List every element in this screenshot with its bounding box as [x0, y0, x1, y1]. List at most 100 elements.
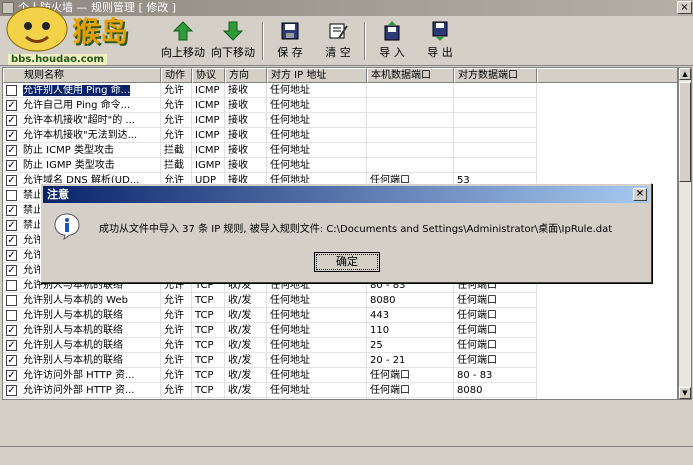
rule-enabled-checkbox[interactable]: ✓ [6, 145, 17, 156]
cell-ip: 任何地址 [267, 383, 367, 398]
cell-proto: ICMP [192, 113, 225, 128]
cell-rport [454, 143, 537, 158]
table-row[interactable]: ✓ 允许自己用 Ping 命令... 允许 ICMP 接收 任何地址 [3, 98, 677, 113]
export-icon [432, 21, 448, 41]
rule-name: 允许别人与本机的联络 [23, 325, 123, 336]
cell-name: ✓ 允许访问外部 HTTP 资... [3, 368, 161, 383]
cell-name: ✓ 允许别人与本机的联络 [3, 338, 161, 353]
rule-enabled-checkbox[interactable] [6, 295, 17, 306]
cell-proto: TCP [192, 308, 225, 323]
cell-ip: 任何地址 [267, 293, 367, 308]
column-header-direction[interactable]: 方向 [225, 68, 267, 83]
cell-dir: 接收 [225, 128, 267, 143]
rule-name: 防止 ICMP 类型攻击 [23, 145, 114, 156]
table-row[interactable]: ✓ 防止 ICMP 类型攻击 拦截 ICMP 接收 任何地址 [3, 143, 677, 158]
table-row[interactable] [3, 398, 677, 399]
status-bar [0, 446, 693, 465]
cell-name: ✓ 防止 IGMP 类型攻击 [3, 158, 161, 173]
scroll-thumb[interactable] [679, 82, 691, 182]
table-row[interactable]: ✓ 允许本机接收"无法到达... 允许 ICMP 接收 任何地址 [3, 128, 677, 143]
rule-enabled-checkbox[interactable]: ✓ [6, 220, 17, 231]
cell-ip: 任何地址 [267, 98, 367, 113]
table-row[interactable]: 允许别人使用 Ping 命... 允许 ICMP 接收 任何地址 [3, 83, 677, 98]
scroll-up-arrow-icon[interactable]: ▲ [679, 68, 691, 80]
rule-enabled-checkbox[interactable] [6, 280, 17, 291]
table-row[interactable]: ✓ 允许别人与本机的联络 允许 TCP 收/发 任何地址 25 任何端口 [3, 338, 677, 353]
move-down-button[interactable]: 向下移动 [208, 20, 258, 64]
cell-lport: 443 [367, 308, 454, 323]
column-header-name[interactable]: 规则名称 [3, 68, 161, 83]
cell-proto: TCP [192, 323, 225, 338]
column-header-local-port[interactable]: 本机数据端口 [367, 68, 454, 83]
cell-name: ✓ 允许访问外部 HTTP 资... [3, 383, 161, 398]
cell-ip: 任何地址 [267, 308, 367, 323]
rule-enabled-checkbox[interactable]: ✓ [6, 100, 17, 111]
cell-proto: ICMP [192, 98, 225, 113]
move-up-button[interactable]: 向上移动 [160, 20, 206, 64]
rule-enabled-checkbox[interactable]: ✓ [6, 265, 17, 276]
cell-action: 拦截 [161, 143, 192, 158]
table-row[interactable]: ✓ 允许本机接收"超时"的 ... 允许 ICMP 接收 任何地址 [3, 113, 677, 128]
rule-name: 防止 IGMP 类型攻击 [23, 160, 115, 171]
rule-enabled-checkbox[interactable]: ✓ [6, 115, 17, 126]
cell-lport [367, 98, 454, 113]
arrow-up-icon [172, 21, 194, 41]
scroll-down-arrow-icon[interactable]: ▼ [679, 387, 691, 399]
notice-dialog: 注意 × 成功从文件中导入 37 条 IP 规则, 被导入规则文件: C:\Do… [40, 183, 652, 283]
rule-enabled-checkbox[interactable]: ✓ [6, 175, 17, 186]
rule-name: 允许别人与本机的联络 [23, 340, 123, 351]
export-button[interactable]: 导 出 [420, 20, 460, 64]
cell-rport [454, 158, 537, 173]
cell-action: 允许 [161, 383, 192, 398]
cell-ip: 任何地址 [267, 158, 367, 173]
clear-button[interactable]: 清 空 [318, 20, 358, 64]
save-button[interactable]: 保 存 [270, 20, 310, 64]
rule-enabled-checkbox[interactable] [6, 190, 17, 201]
rule-enabled-checkbox[interactable] [6, 85, 17, 96]
table-row[interactable]: 允许别人与本机的 Web 允许 TCP 收/发 任何地址 8080 任何端口 [3, 293, 677, 308]
arrow-down-icon [222, 21, 244, 41]
rule-enabled-checkbox[interactable]: ✓ [6, 130, 17, 141]
column-header-protocol[interactable]: 协议 [192, 68, 225, 83]
cell-name: ✓ 允许本机接收"无法到达... [3, 128, 161, 143]
cell-rport: 80 - 83 [454, 368, 537, 383]
vertical-scrollbar[interactable]: ▲ ▼ [678, 67, 692, 400]
column-header-action[interactable]: 动作 [161, 68, 192, 83]
cell-action: 允许 [161, 308, 192, 323]
ok-button[interactable]: 确定 [314, 252, 380, 272]
rule-enabled-checkbox[interactable]: ✓ [6, 355, 17, 366]
rule-enabled-checkbox[interactable]: ✓ [6, 205, 17, 216]
table-row[interactable]: ✓ 允许别人与本机的联络 允许 TCP 收/发 任何地址 20 - 21 任何端口 [3, 353, 677, 368]
cell-action: 允许 [161, 98, 192, 113]
table-row[interactable]: 允许别人与本机的联络 允许 TCP 收/发 任何地址 443 任何端口 [3, 308, 677, 323]
table-row[interactable]: ✓ 允许访问外部 HTTP 资... 允许 TCP 收/发 任何地址 任何端口 80 - 83 [3, 368, 677, 383]
dialog-close-button[interactable]: × [633, 188, 647, 201]
cell-ip: 任何地址 [267, 128, 367, 143]
cell-rport: 任何端口 [454, 338, 537, 353]
table-row[interactable]: ✓ 允许别人与本机的联络 允许 TCP 收/发 任何地址 110 任何端口 [3, 323, 677, 338]
rule-enabled-checkbox[interactable]: ✓ [6, 385, 17, 396]
rule-enabled-checkbox[interactable]: ✓ [6, 235, 17, 246]
dialog-title: 注意 [47, 188, 69, 201]
cell-rport: 任何端口 [454, 323, 537, 338]
cell-dir: 接收 [225, 143, 267, 158]
column-header-remote-ip[interactable]: 对方 IP 地址 [267, 68, 367, 83]
import-button[interactable]: 导 入 [372, 20, 412, 64]
close-window-button[interactable]: × [677, 1, 692, 14]
column-header-remote-port[interactable]: 对方数据端口 [454, 68, 537, 83]
ok-button-label: 确定 [316, 254, 378, 270]
monkey-mascot-icon [6, 6, 68, 52]
table-row[interactable]: ✓ 防止 IGMP 类型攻击 拦截 IGMP 接收 任何地址 [3, 158, 677, 173]
rule-name: 允许自己用 Ping 命令... [23, 100, 131, 111]
rule-enabled-checkbox[interactable]: ✓ [6, 370, 17, 381]
rule-enabled-checkbox[interactable]: ✓ [6, 340, 17, 351]
rule-enabled-checkbox[interactable]: ✓ [6, 160, 17, 171]
cell-dir: 接收 [225, 158, 267, 173]
cell-dir: 收/发 [225, 383, 267, 398]
table-row[interactable]: ✓ 允许访问外部 HTTP 资... 允许 TCP 收/发 任何地址 任何端口 8080 [3, 383, 677, 398]
rule-enabled-checkbox[interactable]: ✓ [6, 250, 17, 261]
rule-enabled-checkbox[interactable] [6, 310, 17, 321]
cell-dir: 收/发 [225, 323, 267, 338]
rule-enabled-checkbox[interactable]: ✓ [6, 325, 17, 336]
toolbar-separator [262, 22, 264, 60]
